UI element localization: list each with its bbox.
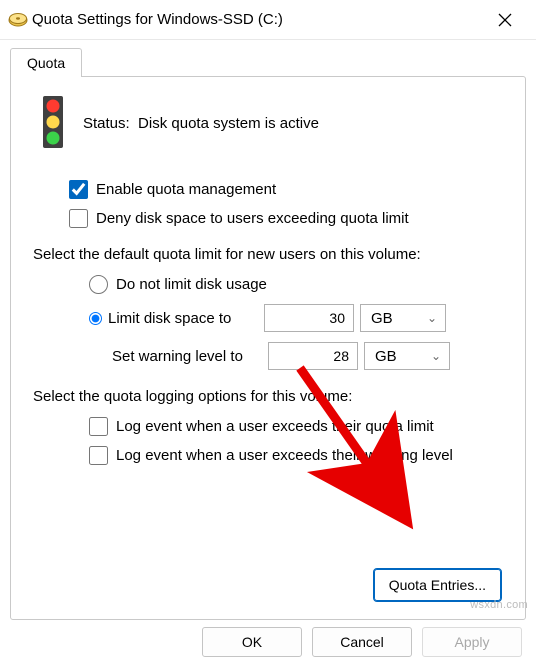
warning-label: Set warning level to	[112, 348, 262, 365]
status-label: Status: Disk quota system is active	[83, 115, 319, 132]
limit-radio[interactable]	[89, 312, 102, 325]
traffic-light-icon	[39, 95, 67, 152]
log-quota-checkbox[interactable]	[89, 417, 108, 436]
tab-strip: Quota Status: Disk quota system is activ…	[10, 48, 526, 620]
window-title: Quota Settings for Windows-SSD (C:)	[28, 11, 482, 28]
disk-icon	[8, 10, 28, 30]
limit-unit-text: GB	[371, 310, 393, 327]
status-value: Disk quota system is active	[138, 115, 319, 132]
no-limit-label: Do not limit disk usage	[116, 276, 267, 293]
warning-value-input[interactable]	[268, 342, 358, 370]
titlebar: Quota Settings for Windows-SSD (C:)	[0, 0, 536, 40]
dialog-button-bar: OK Cancel Apply	[202, 627, 522, 657]
warning-unit-select[interactable]: GB ⌄	[364, 342, 450, 370]
enable-quota-label: Enable quota management	[96, 181, 276, 198]
deny-space-checkbox[interactable]	[69, 209, 88, 228]
close-button[interactable]	[482, 2, 528, 38]
tab-content: Status: Disk quota system is active Enab…	[10, 76, 526, 620]
no-limit-radio[interactable]	[89, 275, 108, 294]
chevron-down-icon: ⌄	[431, 349, 441, 363]
status-prefix: Status:	[83, 115, 130, 132]
log-warning-checkbox[interactable]	[89, 446, 108, 465]
deny-space-label: Deny disk space to users exceeding quota…	[96, 210, 409, 227]
chevron-down-icon: ⌄	[427, 311, 437, 325]
logging-section-label: Select the quota logging options for thi…	[33, 388, 503, 405]
enable-quota-checkbox[interactable]	[69, 180, 88, 199]
log-warning-label: Log event when a user exceeds their warn…	[116, 447, 453, 464]
log-quota-label: Log event when a user exceeds their quot…	[116, 418, 434, 435]
warning-unit-text: GB	[375, 348, 397, 365]
limit-section-label: Select the default quota limit for new u…	[33, 246, 503, 263]
quota-entries-button[interactable]: Quota Entries...	[374, 569, 501, 601]
cancel-button[interactable]: Cancel	[312, 627, 412, 657]
apply-button: Apply	[422, 627, 522, 657]
watermark: wsxdn.com	[470, 599, 528, 611]
limit-unit-select[interactable]: GB ⌄	[360, 304, 446, 332]
close-icon	[498, 13, 512, 27]
limit-label: Limit disk space to	[108, 310, 258, 327]
ok-button[interactable]: OK	[202, 627, 302, 657]
limit-value-input[interactable]	[264, 304, 354, 332]
tab-quota[interactable]: Quota	[10, 48, 82, 77]
